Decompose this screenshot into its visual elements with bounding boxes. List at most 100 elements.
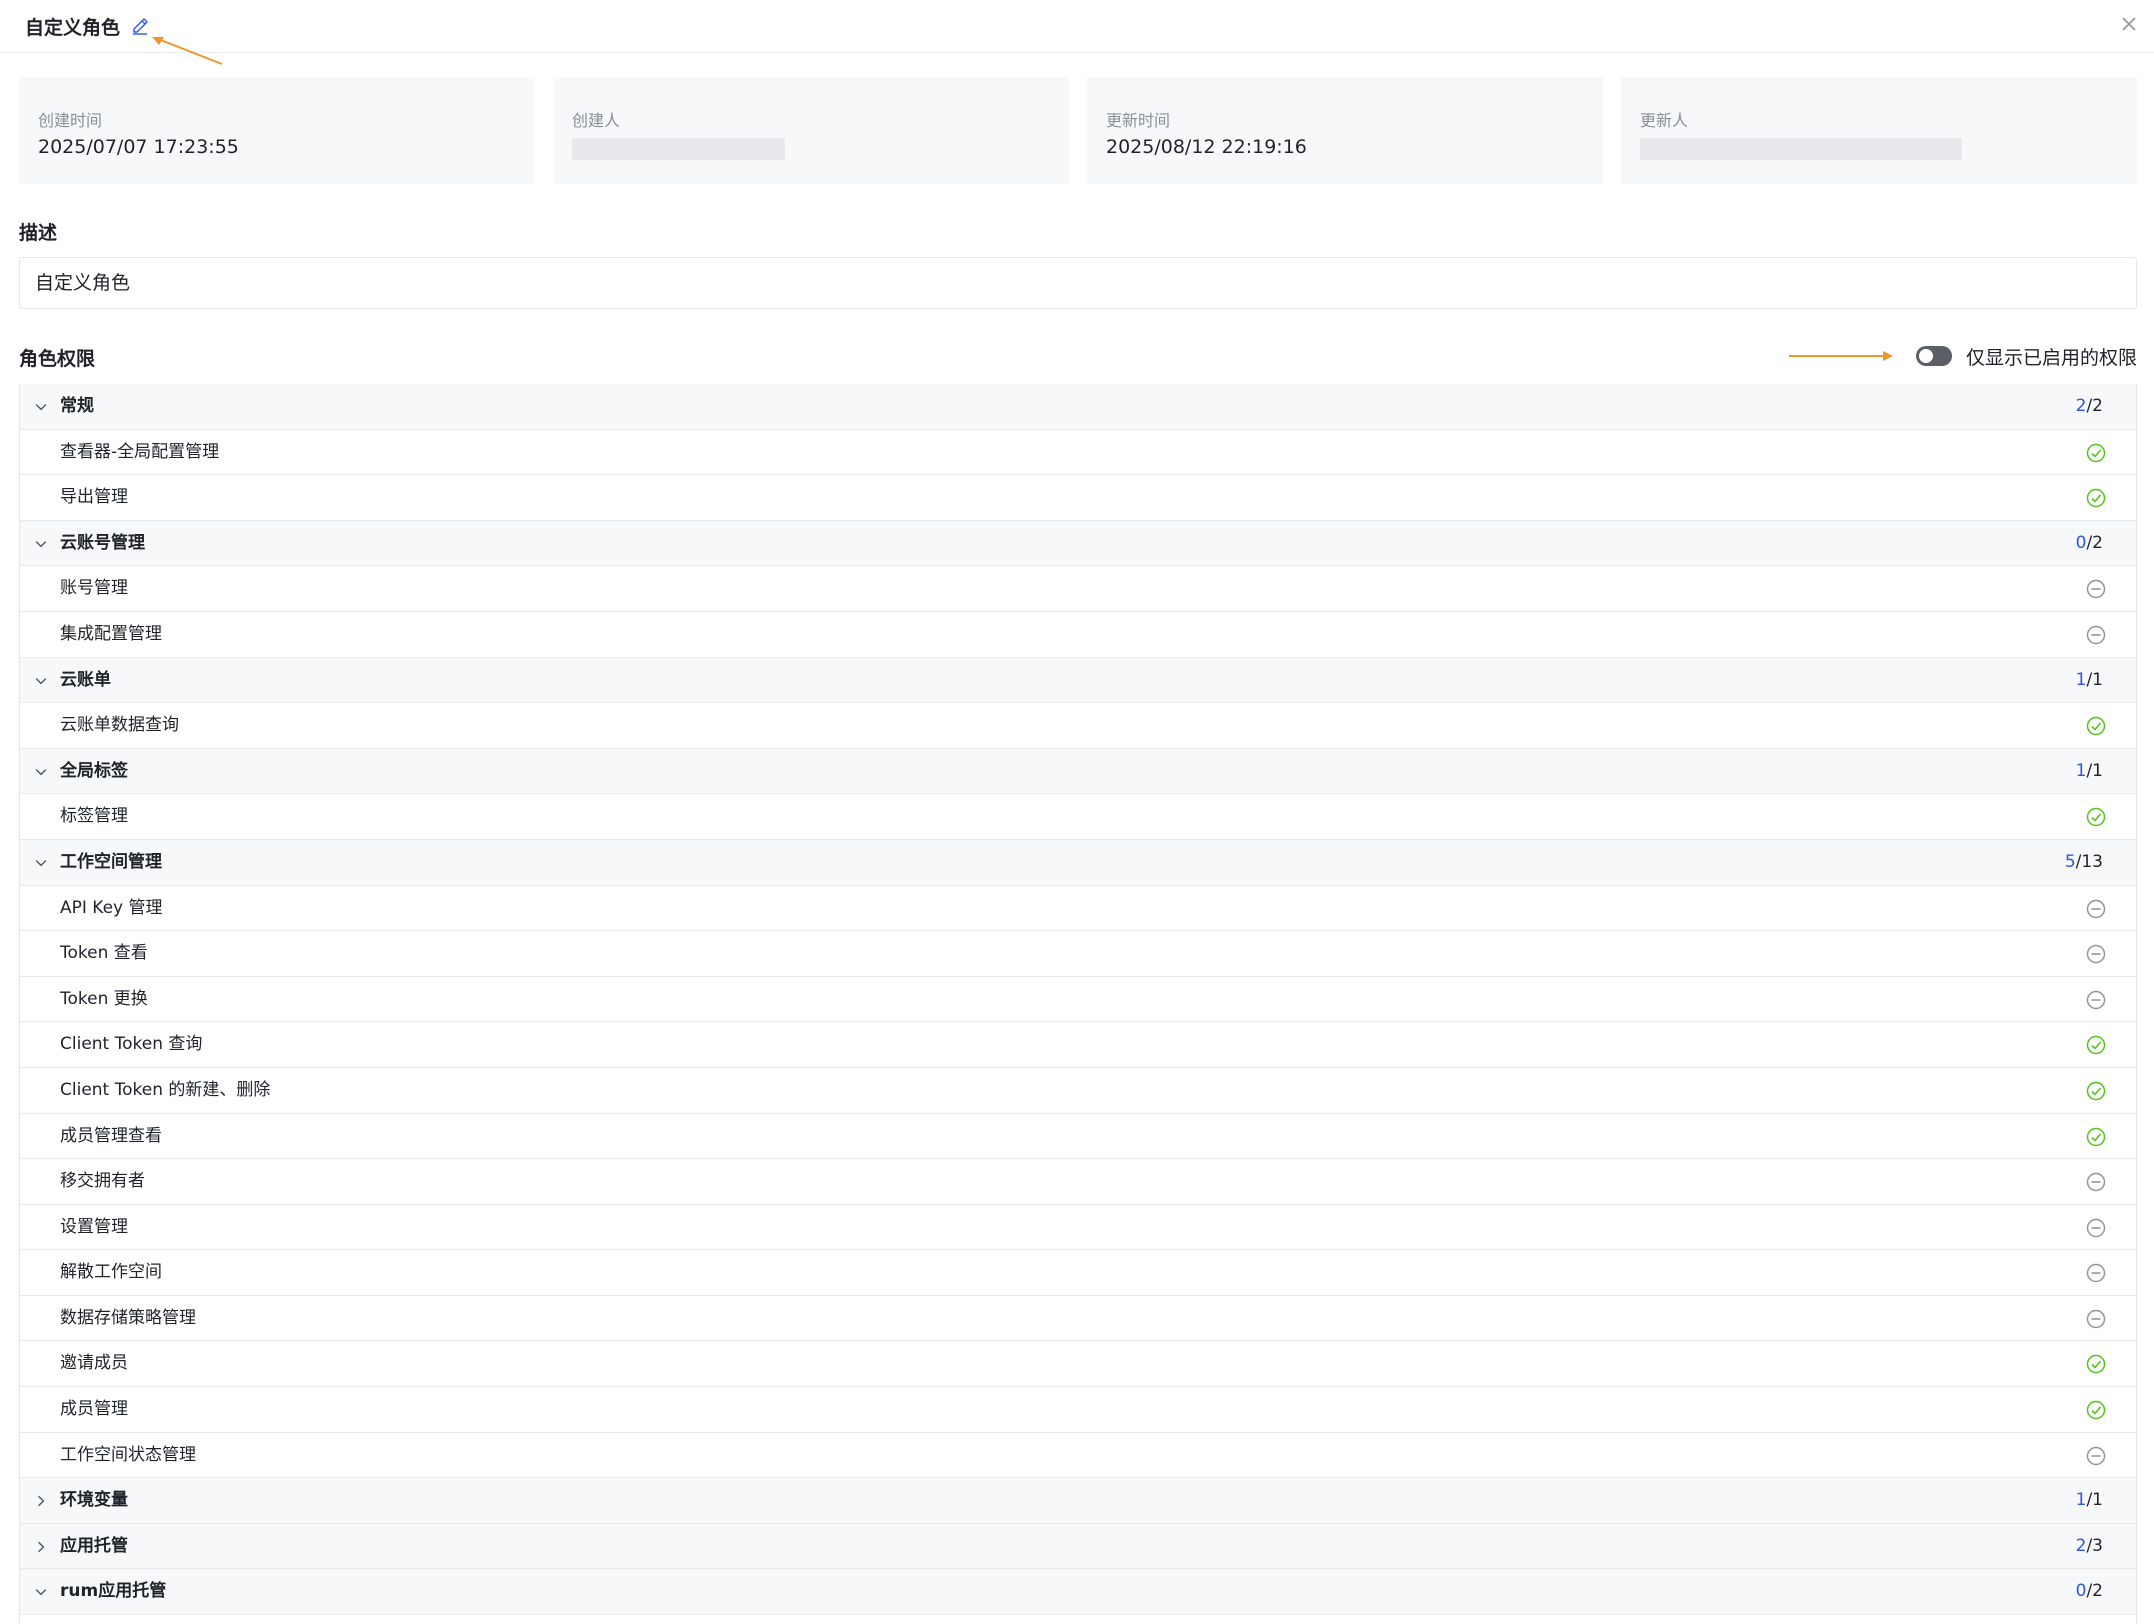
permission-item-label: 导出管理	[60, 487, 128, 508]
annotation-arrow-icon	[152, 37, 223, 65]
permission-count: 1/1	[2076, 658, 2103, 702]
enabled-count: 2	[2075, 396, 2087, 416]
permission-group-label: 常规	[60, 396, 94, 416]
permission-group-label: 云账号管理	[60, 532, 145, 553]
permission-item-row: 标签管理	[20, 794, 2136, 840]
permission-group-label: 应用托管	[60, 1535, 128, 1556]
permission-item-label: 集成配置管理	[60, 623, 162, 644]
enabled-count: 1	[2075, 669, 2087, 690]
total-count: /1	[2086, 669, 2103, 690]
permission-item-row: 设置管理	[20, 1205, 2136, 1251]
permission-group-row[interactable]: 云账号管理 0/2	[20, 520, 2136, 567]
chevron-down-icon[interactable]	[33, 1584, 49, 1600]
total-count: /13	[2075, 851, 2103, 872]
permission-item-label: 数据存储策略管理	[60, 1307, 196, 1328]
total-count: /3	[2086, 1535, 2103, 1556]
minus-circle-icon	[2086, 1218, 2106, 1237]
close-icon[interactable]	[2118, 13, 2140, 35]
permission-group-row[interactable]: 全局标签 1/1	[20, 748, 2136, 795]
minus-circle-icon	[2086, 1309, 2106, 1329]
redacted-value	[572, 138, 785, 160]
chevron-down-icon[interactable]	[33, 764, 49, 780]
permission-item-row: 成员管理	[20, 1387, 2136, 1433]
permission-item-label: 邀请成员	[60, 1353, 128, 1374]
permissions-title: 角色权限	[19, 348, 96, 370]
permission-item-label: 查看器-全局配置管理	[60, 441, 220, 462]
permission-group-row[interactable]: 云账单 1/1	[20, 657, 2136, 704]
chevron-down-icon[interactable]	[33, 536, 49, 552]
permission-item-row: 云账单数据查询	[20, 703, 2136, 749]
check-circle-icon	[2086, 1127, 2106, 1146]
permission-item-label: 工作空间状态管理	[60, 1444, 196, 1465]
permission-count: 1/1	[2076, 749, 2103, 793]
show-enabled-only-toggle[interactable]	[1916, 346, 1952, 366]
minus-circle-icon	[2086, 899, 2106, 918]
total-count: /2	[2086, 532, 2103, 553]
permission-item-row: 邀请成员	[20, 1341, 2136, 1388]
permission-item-row: 查看器-全局配置管理	[20, 430, 2136, 476]
chevron-right-icon[interactable]	[33, 1539, 49, 1555]
info-card-creator: 创建人	[553, 77, 1069, 184]
total-count: /2	[2086, 396, 2103, 416]
permission-group-row[interactable]: 环境变量 1/1	[20, 1478, 2136, 1524]
permission-count: 2/2	[2076, 384, 2103, 428]
enabled-count: 1	[2075, 1490, 2087, 1511]
check-circle-icon	[2086, 1355, 2106, 1374]
card-label: 更新时间	[1106, 111, 1171, 130]
permission-item-label: 账号管理	[60, 578, 128, 599]
permission-group-row[interactable]: rum应用托管 0/2	[20, 1569, 2136, 1616]
total-count: /2	[2086, 1581, 2103, 1602]
toggle-label: 仅显示已启用的权限	[1966, 346, 2138, 369]
toggle-knob	[1919, 349, 1933, 363]
permission-item-label: Client Token 查询	[60, 1034, 203, 1055]
enabled-count: 5	[2064, 851, 2076, 872]
permission-item-label: 移交拥有者	[60, 1171, 145, 1192]
minus-circle-icon	[2086, 580, 2106, 599]
card-label: 更新人	[1640, 111, 1689, 130]
permission-count: 5/13	[2065, 840, 2103, 884]
permission-item-label: 成员管理	[60, 1399, 128, 1420]
check-circle-icon	[2086, 716, 2106, 736]
check-circle-icon	[2086, 1036, 2106, 1055]
minus-circle-icon	[2086, 944, 2106, 964]
permission-group-row[interactable]: 工作空间管理 5/13	[20, 839, 2136, 886]
pencil-icon[interactable]	[131, 15, 149, 35]
permission-group-label: 环境变量	[60, 1490, 128, 1511]
permission-group-label: 云账单	[60, 669, 111, 690]
permission-group-label: 全局标签	[60, 760, 128, 781]
check-circle-icon	[2086, 488, 2106, 508]
permission-count: 0/2	[2076, 521, 2103, 565]
check-circle-icon	[2086, 443, 2106, 462]
permission-group-label: rum应用托管	[60, 1581, 167, 1602]
permission-group-row[interactable]: 常规 2/2	[20, 384, 2136, 430]
chevron-down-icon[interactable]	[33, 673, 49, 689]
info-cards: 创建时间 2025/07/07 17:23:55 创建人 更新时间 2025/0…	[19, 77, 2137, 184]
permission-item-row: 工作空间状态管理	[20, 1433, 2136, 1479]
permission-item-row: 账号管理	[20, 566, 2136, 612]
chevron-down-icon[interactable]	[33, 855, 49, 871]
drawer-header: 自定义角色	[0, 0, 2154, 53]
permission-group-row[interactable]: 应用托管 2/3	[20, 1523, 2136, 1570]
card-value: 2025/08/12 22:19:16	[1106, 136, 1307, 158]
check-circle-icon	[2086, 1081, 2106, 1101]
permission-count: 1/1	[2076, 1478, 2103, 1522]
permission-count: 2/3	[2076, 1524, 2103, 1568]
permission-item-label: 设置管理	[60, 1216, 128, 1237]
card-value: 2025/07/07 17:23:55	[38, 136, 239, 158]
permission-item-label: Token 更换	[60, 988, 148, 1009]
minus-circle-icon	[2086, 1446, 2106, 1465]
chevron-right-icon[interactable]	[33, 1493, 49, 1509]
permission-item-row: 成员管理查看	[20, 1114, 2136, 1160]
chevron-down-icon[interactable]	[33, 399, 49, 415]
permission-item-row: 解散工作空间	[20, 1250, 2136, 1296]
minus-circle-icon	[2086, 625, 2106, 645]
description-title: 描述	[19, 222, 58, 244]
total-count: /1	[2086, 760, 2103, 781]
description-field[interactable]: 自定义角色	[19, 257, 2137, 309]
info-card-created-time: 创建时间 2025/07/07 17:23:55	[19, 77, 535, 184]
card-label: 创建时间	[38, 111, 103, 130]
permission-group-label: 工作空间管理	[60, 851, 162, 872]
card-label: 创建人	[572, 111, 621, 130]
permission-item-row: Client Token 的新建、删除	[20, 1068, 2136, 1114]
permission-item-row: API Key 管理	[20, 886, 2136, 932]
